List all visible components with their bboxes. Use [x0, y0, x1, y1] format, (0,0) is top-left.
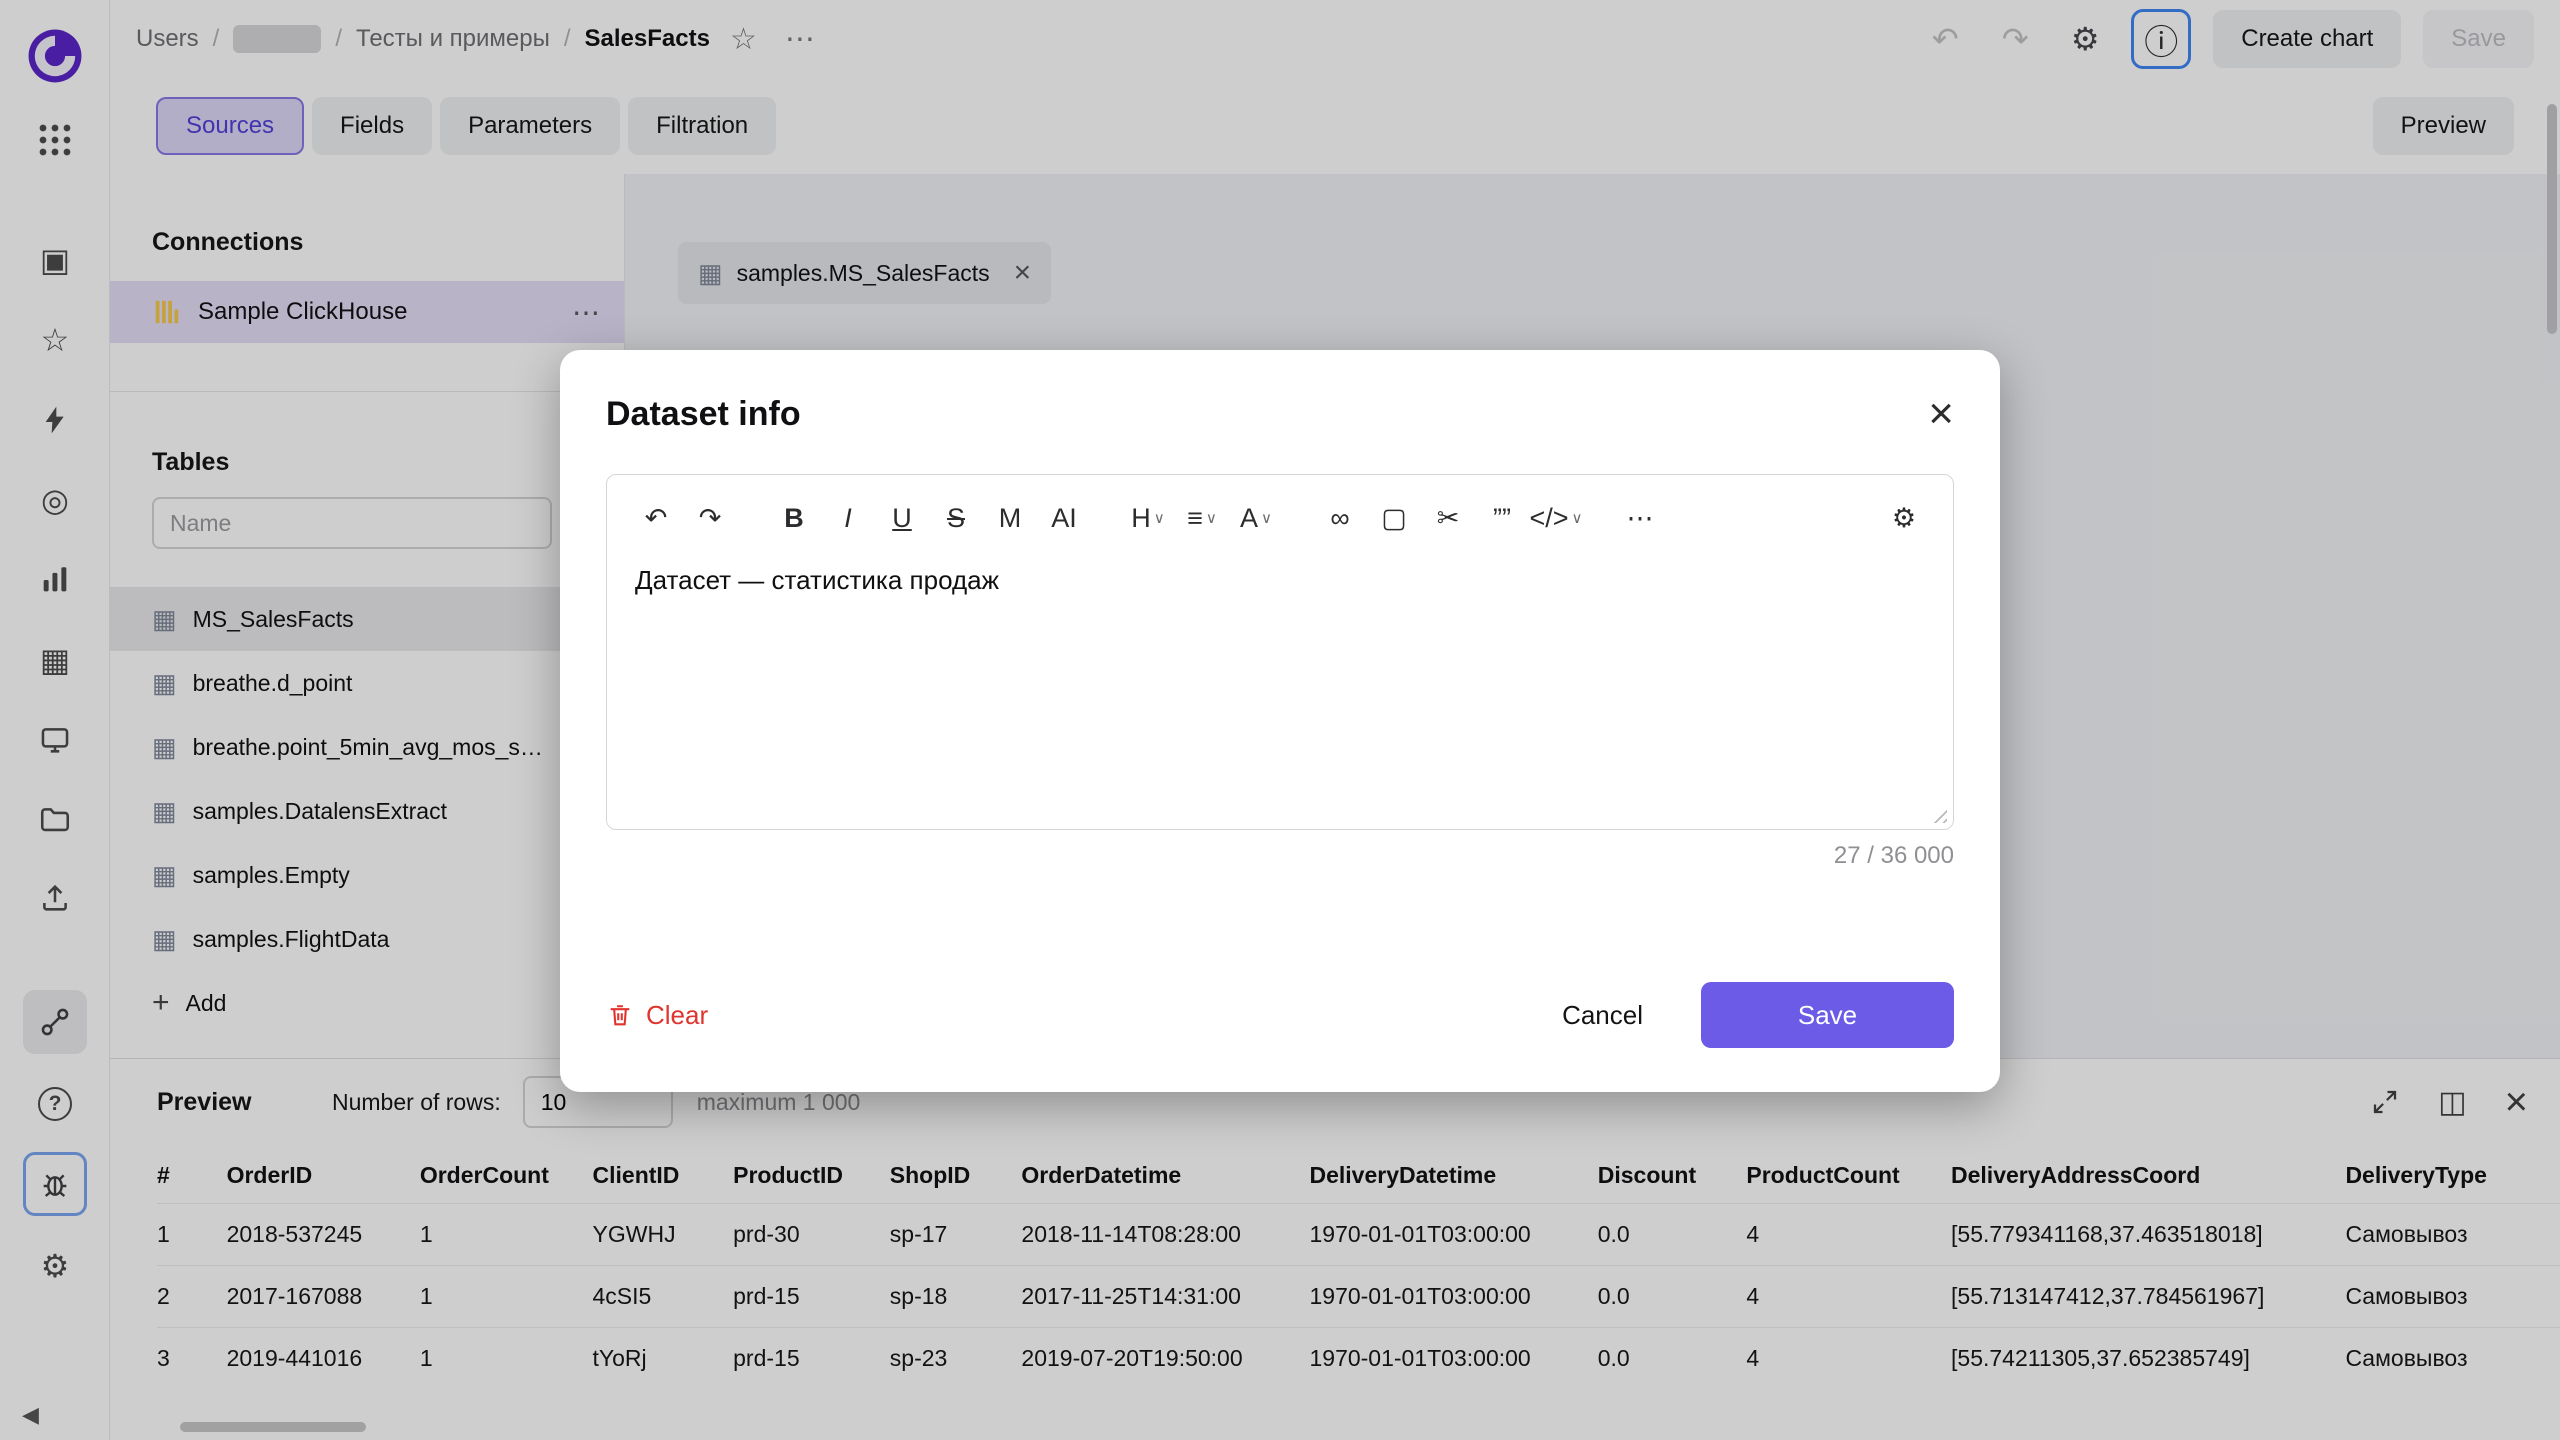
bold-icon[interactable]: B: [767, 491, 821, 545]
editor-toolbar: ↶ ↷ B I U S M AI H ∨ ≡ ∨ A ∨: [607, 475, 1953, 549]
list-glyph: ≡: [1187, 503, 1203, 534]
strikethrough-icon[interactable]: S: [929, 491, 983, 545]
cancel-button[interactable]: Cancel: [1526, 982, 1679, 1048]
code-menu-icon[interactable]: </> ∨: [1529, 491, 1583, 545]
modal-close-icon[interactable]: ×: [1928, 392, 1954, 436]
italic-icon[interactable]: I: [821, 491, 875, 545]
modal-title: Dataset info: [606, 395, 801, 434]
editor-redo-icon[interactable]: ↷: [683, 491, 737, 545]
description-editor: ↶ ↷ B I U S M AI H ∨ ≡ ∨ A ∨: [606, 474, 1954, 830]
text-color-menu-icon[interactable]: A ∨: [1229, 491, 1283, 545]
chevron-down-icon: ∨: [1154, 509, 1165, 527]
modal-header: Dataset info ×: [606, 392, 1954, 436]
marker-icon[interactable]: M: [983, 491, 1037, 545]
chevron-down-icon: ∨: [1206, 509, 1217, 527]
resize-handle[interactable]: [1929, 805, 1947, 823]
toolbar-more-icon[interactable]: ⋯: [1613, 491, 1667, 545]
note-icon[interactable]: ▢: [1367, 491, 1421, 545]
color-glyph: A: [1240, 503, 1258, 534]
app-root: ▣ ☆ ◎ ▦ ? ⚙ ◀ Users: [0, 0, 2560, 1440]
quote-icon[interactable]: ””: [1475, 491, 1529, 545]
font-style-icon[interactable]: AI: [1037, 491, 1091, 545]
heading-menu-icon[interactable]: H ∨: [1121, 491, 1175, 545]
underline-icon[interactable]: U: [875, 491, 929, 545]
clear-label: Clear: [646, 1000, 708, 1031]
heading-glyph: H: [1131, 503, 1151, 534]
code-glyph: </>: [1529, 503, 1568, 534]
list-menu-icon[interactable]: ≡ ∨: [1175, 491, 1229, 545]
dataset-info-modal: Dataset info × ↶ ↷ B I U S M AI H ∨ ≡ ∨: [560, 350, 2000, 1092]
cut-icon[interactable]: ✂: [1421, 491, 1475, 545]
chevron-down-icon: ∨: [1261, 509, 1272, 527]
description-text[interactable]: Датасет — статистика продаж: [607, 549, 1953, 612]
modal-footer: Clear Cancel Save: [606, 982, 1954, 1048]
chevron-down-icon: ∨: [1572, 509, 1583, 527]
editor-settings-icon[interactable]: ⚙: [1877, 491, 1931, 545]
modal-save-button[interactable]: Save: [1701, 982, 1954, 1048]
character-counter: 27 / 36 000: [606, 842, 1954, 870]
editor-undo-icon[interactable]: ↶: [629, 491, 683, 545]
trash-icon: [606, 1001, 634, 1029]
link-icon[interactable]: ∞: [1313, 491, 1367, 545]
clear-button[interactable]: Clear: [606, 1000, 708, 1031]
